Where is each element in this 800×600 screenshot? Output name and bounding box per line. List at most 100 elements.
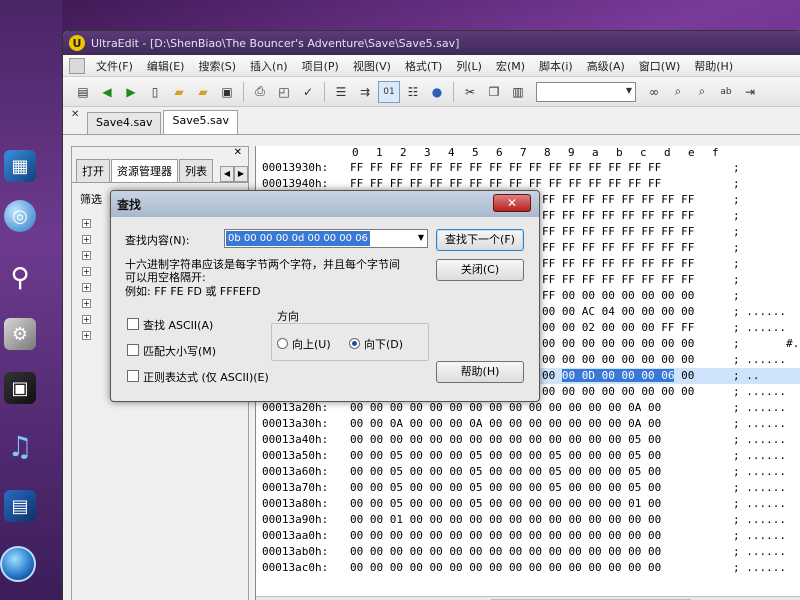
hex-row[interactable]: 00013a40h: 00 00 00 00 00 00 00 00 00 00… <box>256 432 800 448</box>
search-combo[interactable] <box>536 81 636 102</box>
copy-icon[interactable]: ❐ <box>483 81 505 103</box>
globe-icon[interactable]: ◎ <box>4 200 36 232</box>
chevron-down-icon[interactable]: ▼ <box>418 233 424 242</box>
menu-format[interactable]: 格式(T) <box>398 58 449 74</box>
gear-icon[interactable]: ⚙ <box>4 318 36 350</box>
tab-list[interactable]: 列表 <box>179 159 213 182</box>
expand-icon[interactable]: + <box>82 314 91 324</box>
title-bar[interactable]: U UltraEdit - [D:\ShenBiao\The Bouncer's… <box>63 31 800 55</box>
regex-checkbox[interactable] <box>127 370 139 382</box>
find-prev-icon[interactable]: ⌕ <box>691 81 713 103</box>
wrap-icon[interactable]: ⇉ <box>354 81 376 103</box>
expand-icon[interactable]: + <box>82 330 91 340</box>
browser-icon[interactable]: ● <box>426 81 448 103</box>
help-button[interactable]: 帮助(H) <box>436 361 524 383</box>
expand-icon[interactable]: + <box>82 282 91 292</box>
menu-file[interactable]: 文件(F) <box>89 58 140 74</box>
menu-advanced[interactable]: 高级(A) <box>580 58 632 74</box>
menu-help[interactable]: 帮助(H) <box>687 58 740 74</box>
find-input-value[interactable]: 0b 00 00 00 0d 00 00 00 06 <box>226 231 370 246</box>
menu-script[interactable]: 脚本(i) <box>532 58 580 74</box>
indent-icon[interactable]: ☷ <box>402 81 424 103</box>
hex-mode-icon[interactable]: 01 <box>378 80 400 103</box>
music-note-icon[interactable]: ♫ <box>4 430 36 463</box>
desktop-shortcut-icon[interactable]: ▦ <box>4 150 36 182</box>
direction-up-radio[interactable] <box>277 338 288 349</box>
spell-check-icon[interactable]: ✓ <box>297 81 319 103</box>
find-next-button[interactable]: 查找下一个(F) <box>436 229 524 251</box>
find-ascii-label[interactable]: 查找 ASCII(A) <box>143 317 213 333</box>
goto-icon[interactable]: ⇥ <box>739 81 761 103</box>
hex-bytes[interactable]: 00 00 00 00 00 00 00 00 00 00 00 00 00 0… <box>350 544 733 560</box>
film-icon[interactable]: ▣ <box>4 372 36 404</box>
cut-icon[interactable]: ✂ <box>459 81 481 103</box>
print-preview-icon[interactable]: ◰ <box>273 81 295 103</box>
find-binoculars-icon[interactable]: ∞ <box>643 81 665 103</box>
hex-row[interactable]: 00013aa0h: 00 00 00 00 00 00 00 00 00 00… <box>256 528 800 544</box>
direction-up-label[interactable]: 向上(U) <box>292 336 331 352</box>
start-button[interactable] <box>0 546 36 582</box>
regex-label[interactable]: 正则表达式 (仅 ASCII)(E) <box>143 369 269 385</box>
tab-open[interactable]: 打开 <box>76 159 110 182</box>
hex-selection[interactable]: 00 0D 00 00 00 06 <box>561 369 675 382</box>
menu-macro[interactable]: 宏(M) <box>489 58 532 74</box>
print-icon[interactable]: ⎙ <box>249 81 271 103</box>
hex-row[interactable]: 00013a30h: 00 00 0A 00 00 00 0A 00 00 00… <box>256 416 800 432</box>
hex-bytes[interactable]: 00 00 05 00 00 00 05 00 00 00 05 00 00 0… <box>350 448 733 464</box>
hex-row[interactable]: 00013ab0h: 00 00 00 00 00 00 00 00 00 00… <box>256 544 800 560</box>
menu-insert[interactable]: 插入(n) <box>243 58 295 74</box>
close-icon[interactable]: ✕ <box>71 109 79 120</box>
hex-row[interactable]: 00013ac0h: 00 00 00 00 00 00 00 00 00 00… <box>256 560 800 576</box>
hex-bytes[interactable]: 00 00 00 00 00 00 00 00 00 00 00 00 00 0… <box>350 528 733 544</box>
hex-bytes[interactable]: 00 00 01 00 00 00 00 00 00 00 00 00 00 0… <box>350 512 733 528</box>
match-case-label[interactable]: 匹配大小写(M) <box>143 343 216 359</box>
expand-icon[interactable]: + <box>82 234 91 244</box>
replace-icon[interactable]: ab <box>715 81 737 103</box>
match-case-checkbox[interactable] <box>127 344 139 356</box>
movie-clapper-icon[interactable]: ▤ <box>4 490 36 522</box>
menu-search[interactable]: 搜索(S) <box>191 58 243 74</box>
menu-edit[interactable]: 编辑(E) <box>140 58 192 74</box>
search-magnifier-icon[interactable]: ⚲ <box>4 262 36 294</box>
expand-icon[interactable]: + <box>82 298 91 308</box>
hex-row[interactable]: 00013a20h: 00 00 00 00 00 00 00 00 00 00… <box>256 400 800 416</box>
expand-icon[interactable]: + <box>82 218 91 228</box>
tab-explorer[interactable]: 资源管理器 <box>111 159 178 182</box>
menu-window[interactable]: 窗口(W) <box>632 58 687 74</box>
hex-bytes[interactable]: 00 00 00 00 00 00 00 00 00 00 00 00 00 0… <box>350 400 733 416</box>
find-next-icon[interactable]: ⌕ <box>667 81 689 103</box>
open-folder-2-icon[interactable]: ▰ <box>192 81 214 103</box>
find-ascii-checkbox[interactable] <box>127 318 139 330</box>
close-button[interactable]: 关闭(C) <box>436 259 524 281</box>
arrow-forward-icon[interactable]: ▶ <box>120 81 142 103</box>
hex-bytes[interactable]: 00 00 05 00 00 00 05 00 00 00 00 00 00 0… <box>350 496 733 512</box>
close-icon[interactable]: ✕ <box>493 194 531 212</box>
horizontal-scrollbar[interactable] <box>256 596 800 600</box>
arrow-back-icon[interactable]: ◀ <box>96 81 118 103</box>
hex-bytes[interactable]: 00 00 0A 00 00 00 0A 00 00 00 00 00 00 0… <box>350 416 733 432</box>
hex-row[interactable]: 00013a50h: 00 00 05 00 00 00 05 00 00 00… <box>256 448 800 464</box>
hex-row[interactable]: 00013a70h: 00 00 05 00 00 00 05 00 00 00… <box>256 480 800 496</box>
hex-bytes[interactable]: 00 00 00 00 00 00 00 00 00 00 00 00 00 0… <box>350 560 733 576</box>
dialog-title-bar[interactable]: 查找 ✕ <box>111 191 539 217</box>
direction-down-label[interactable]: 向下(D) <box>364 336 403 352</box>
save-icon[interactable]: ▣ <box>216 81 238 103</box>
open-folder-icon[interactable]: ▰ <box>168 81 190 103</box>
paste-icon[interactable]: ▥ <box>507 81 529 103</box>
document-icon[interactable]: ☰ <box>330 81 352 103</box>
tab-save4[interactable]: Save4.sav <box>87 112 162 134</box>
menu-view[interactable]: 视图(V) <box>346 58 398 74</box>
hex-row[interactable]: 00013a90h: 00 00 01 00 00 00 00 00 00 00… <box>256 512 800 528</box>
find-input[interactable]: 0b 00 00 00 0d 00 00 00 06 ▼ <box>224 229 428 248</box>
menu-project[interactable]: 项目(P) <box>295 58 346 74</box>
expand-icon[interactable]: + <box>82 266 91 276</box>
menu-column[interactable]: 列(L) <box>449 58 489 74</box>
chevron-left-icon[interactable]: ◀ <box>220 166 234 182</box>
direction-down-radio[interactable] <box>349 338 360 349</box>
hex-row[interactable]: 00013930h: FF FF FF FF FF FF FF FF FF FF… <box>256 160 800 176</box>
hex-bytes[interactable]: 00 00 05 00 00 00 05 00 00 00 05 00 00 0… <box>350 464 733 480</box>
hex-bytes[interactable]: 00 00 05 00 00 00 05 00 00 00 05 00 00 0… <box>350 480 733 496</box>
blank-page-icon[interactable]: ▯ <box>144 81 166 103</box>
expand-icon[interactable]: + <box>82 250 91 260</box>
new-document-icon[interactable]: ▤ <box>72 81 94 103</box>
